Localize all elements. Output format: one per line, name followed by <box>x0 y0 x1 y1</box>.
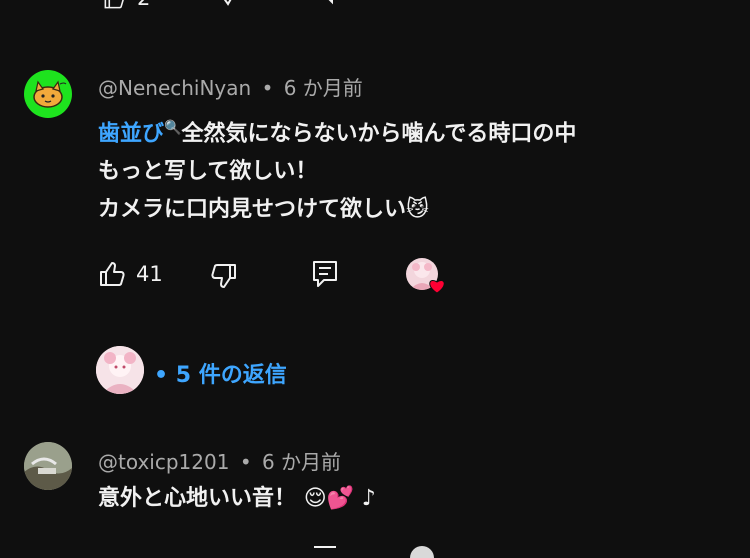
reply-icon[interactable] <box>312 0 336 6</box>
like-count: 41 <box>136 262 163 286</box>
author-name[interactable]: @NenechiNyan <box>98 76 251 100</box>
cat-icon <box>33 80 67 108</box>
cat-emoji-icon: 😼 <box>406 197 429 223</box>
reply-icon[interactable] <box>312 260 338 290</box>
timestamp[interactable]: 6 か月前 <box>262 450 341 474</box>
like-icon[interactable] <box>100 0 128 10</box>
timestamp[interactable]: 6 か月前 <box>284 76 363 100</box>
two-hearts-icon: 💕 <box>326 486 355 511</box>
heart-icon <box>428 278 446 294</box>
comment-header: @NenechiNyan • 6 か月前 <box>98 72 363 101</box>
comment-text: 意外と心地いい音！ <box>98 486 297 511</box>
reply-author-avatar[interactable] <box>96 346 144 394</box>
like-count: 2 <box>137 0 150 10</box>
dislike-icon[interactable] <box>216 0 240 6</box>
anime-avatar-image <box>96 346 144 394</box>
comment-line-1: 歯並び🔍全然気にならないから噛んでる時口の中 <box>98 109 576 153</box>
comment-line-3-text: カメラに口内見せつけて欲しい <box>98 197 407 223</box>
dislike-icon[interactable] <box>210 262 238 290</box>
comment-line-1-text: 全然気にならないから噛んでる時口の中 <box>181 121 577 147</box>
comment-line-2: もっと写して欲しい！ <box>98 159 318 185</box>
search-icon: 🔍 <box>164 120 182 136</box>
separator: • <box>239 450 252 474</box>
comment-line-3: カメラに口内見せつけて欲しい😼 <box>98 191 576 229</box>
view-replies-link[interactable]: • 5 件の返信 <box>154 357 287 389</box>
like-icon[interactable] <box>98 260 126 288</box>
author-name[interactable]: @toxicp1201 <box>98 450 229 474</box>
comment-body: 意外と心地いい音！ 😌💕 ♪ <box>98 480 376 518</box>
comment-header: @toxicp1201 • 6 か月前 <box>98 446 341 475</box>
avatar[interactable] <box>24 70 72 118</box>
reply-icon[interactable] <box>312 545 338 555</box>
avatar[interactable] <box>24 442 72 490</box>
hashtag-link[interactable]: 歯並び <box>98 121 164 146</box>
separator: • <box>261 76 274 100</box>
creator-heart-avatar <box>410 546 434 558</box>
music-note-icon: ♪ <box>361 486 376 511</box>
landscape-avatar-image <box>24 442 72 490</box>
relieved-face-icon: 😌 <box>303 486 327 511</box>
comment-body: 歯並び🔍全然気にならないから噛んでる時口の中 もっと写して欲しい！ カメラに口内… <box>98 109 576 229</box>
